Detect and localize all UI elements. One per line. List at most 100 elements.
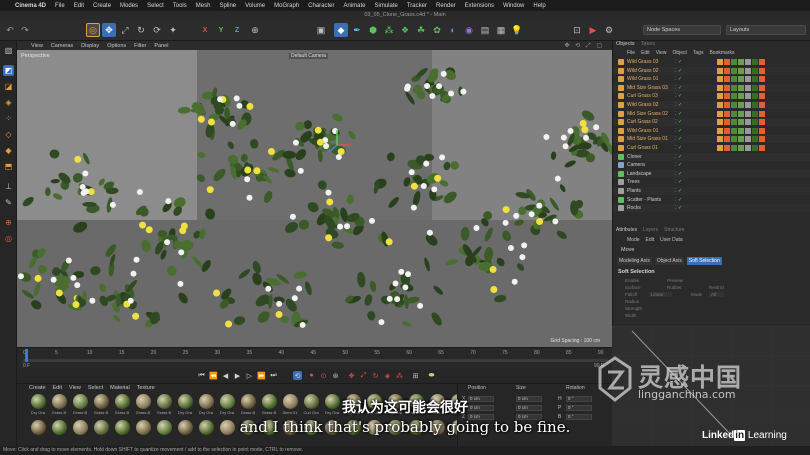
key-position-icon[interactable]: ✥ <box>347 371 356 380</box>
menu-spline[interactable]: Spline <box>219 3 236 9</box>
key-parameter-icon[interactable]: ◈ <box>383 371 392 380</box>
snap-icon[interactable]: ⊕ <box>3 217 14 228</box>
objects-menu-object[interactable]: Object <box>672 50 686 56</box>
tag-icon[interactable] <box>752 102 758 108</box>
object-tags[interactable] <box>717 145 765 151</box>
tag-icon[interactable] <box>745 102 751 108</box>
tag-icon[interactable] <box>717 93 723 100</box>
tag-icon[interactable] <box>731 59 737 65</box>
redo-icon[interactable]: ↷ <box>18 23 32 37</box>
visibility-dots-icon[interactable]: ⁚ ✓ <box>675 135 682 143</box>
menu-render[interactable]: Render <box>436 3 456 9</box>
object-row[interactable]: Wild Grass 02 ⁚ ✓ <box>613 101 810 109</box>
objects-menu-file[interactable]: File <box>627 50 635 56</box>
tag-icon[interactable] <box>724 110 730 117</box>
tag-icon[interactable] <box>731 136 737 143</box>
field-icon[interactable]: ◉ <box>462 23 476 37</box>
tag-icon[interactable] <box>731 110 737 117</box>
cloner-icon[interactable]: ⁂ <box>382 23 396 37</box>
volume-icon[interactable]: ☘ <box>414 23 428 37</box>
menu-mesh[interactable]: Mesh <box>196 3 211 9</box>
object-tags[interactable] <box>717 59 765 65</box>
attributes-menu-user-data[interactable]: User Data <box>660 237 683 243</box>
tag-icon[interactable] <box>731 67 737 74</box>
mode-dropdown[interactable]: All <box>709 292 725 297</box>
menu-mograph[interactable]: MoGraph <box>274 3 299 9</box>
viewport-3d[interactable]: Perspective Default Camera Grid Spacing … <box>17 50 612 347</box>
tag-icon[interactable] <box>724 136 730 143</box>
app-name-menu[interactable]: Cinema 4D <box>15 3 46 9</box>
object-row[interactable]: Camera ⁚ ✓ <box>613 161 810 169</box>
objects-menu-view[interactable]: View <box>656 50 667 56</box>
y-axis-icon[interactable]: Y <box>214 23 228 37</box>
prev-frame-icon[interactable]: ◀ <box>221 371 230 380</box>
model-mode-icon[interactable]: ◩ <box>3 65 14 76</box>
tag-icon[interactable] <box>731 93 737 100</box>
field-radius[interactable]: Radius <box>625 299 639 304</box>
menu-animate[interactable]: Animate <box>344 3 366 9</box>
tag-icon[interactable] <box>717 145 723 151</box>
tag-icon[interactable] <box>759 67 765 74</box>
render-icon[interactable]: ▶ <box>586 23 600 37</box>
polygons-mode-icon[interactable]: ◆ <box>3 145 14 156</box>
tag-icon[interactable] <box>759 59 765 65</box>
tag-icon[interactable] <box>724 76 730 83</box>
material-menu-create[interactable]: Create <box>29 385 46 391</box>
subtab-object-axis[interactable]: Object Axis <box>654 257 684 265</box>
viewport-menu-panel[interactable]: Panel <box>154 43 168 49</box>
menu-edit[interactable]: Edit <box>74 3 84 9</box>
objects-menu-tags[interactable]: Tags <box>693 50 704 56</box>
tag-icon[interactable] <box>752 145 758 151</box>
tab-structure[interactable]: Structure <box>664 227 684 233</box>
move-tool-icon[interactable]: ✥ <box>102 23 116 37</box>
mograph-icon[interactable]: ✿ <box>430 23 444 37</box>
layouts-dropdown[interactable]: Layouts <box>726 25 806 35</box>
field-surface[interactable]: Surface <box>625 285 641 290</box>
custom-tool-icon[interactable]: ✦ <box>166 23 180 37</box>
visibility-dots-icon[interactable]: ⁚ ✓ <box>675 144 682 152</box>
object-row[interactable]: Wild Grass 03 ⁚ ✓ <box>613 58 810 66</box>
tag-icon[interactable] <box>759 110 765 117</box>
menu-volume[interactable]: Volume <box>245 3 265 9</box>
tag-icon[interactable] <box>717 59 723 65</box>
visibility-dots-icon[interactable]: ⁚ ✓ <box>675 196 682 204</box>
viewport-menu-cameras[interactable]: Cameras <box>51 43 73 49</box>
motion-clip-icon[interactable]: ⬬ <box>427 371 436 380</box>
tag-icon[interactable] <box>724 67 730 74</box>
coordinate-system-icon[interactable]: ⊕ <box>248 23 262 37</box>
visibility-dots-icon[interactable]: ⁚ ✓ <box>675 92 682 100</box>
object-row[interactable]: Rocks ⁚ ✓ <box>613 204 810 213</box>
tag-icon[interactable] <box>745 136 751 143</box>
points-mode-icon[interactable]: ⁘ <box>3 113 14 124</box>
tab-attributes[interactable]: Attributes <box>616 227 637 233</box>
render-region-icon[interactable]: ⊡ <box>570 23 584 37</box>
object-tags[interactable] <box>717 76 765 83</box>
object-row[interactable]: Mid Size Grass 03 ⁚ ✓ <box>613 83 810 92</box>
object-row[interactable]: Wild Grass 01 ⁚ ✓ <box>613 75 810 83</box>
axis-mode-icon[interactable]: ⊥ <box>3 181 14 192</box>
tag-icon[interactable] <box>731 119 737 126</box>
tag-icon[interactable] <box>759 102 765 108</box>
subtab-modeling-axis[interactable]: Modeling Axis <box>617 257 652 265</box>
tag-icon[interactable] <box>745 93 751 100</box>
object-row[interactable]: Trees ⁚ ✓ <box>613 178 810 186</box>
attributes-menu-mode[interactable]: Mode <box>627 237 640 243</box>
rotate-tool-icon[interactable]: ↻ <box>134 23 148 37</box>
tag-icon[interactable] <box>745 110 751 117</box>
go-to-end-icon[interactable]: ⏭ <box>269 371 278 380</box>
tag-icon[interactable] <box>724 102 730 108</box>
tag-icon[interactable] <box>759 93 765 100</box>
object-tags[interactable] <box>717 93 765 100</box>
menu-tracker[interactable]: Tracker <box>407 3 427 9</box>
live-selection-icon[interactable]: ◎ <box>86 23 100 37</box>
autokey-icon[interactable]: ⊙ <box>319 371 328 380</box>
tag-icon[interactable] <box>745 145 751 151</box>
menu-file[interactable]: File <box>55 3 65 9</box>
menu-create[interactable]: Create <box>93 3 111 9</box>
object-tags[interactable] <box>717 67 765 74</box>
tag-icon[interactable] <box>717 76 723 83</box>
tweak-mode-icon[interactable]: ✎ <box>3 197 14 208</box>
object-row[interactable]: Wild Grass 01 ⁚ ✓ <box>613 127 810 135</box>
playhead[interactable] <box>25 349 28 362</box>
tag-icon[interactable] <box>738 67 744 74</box>
